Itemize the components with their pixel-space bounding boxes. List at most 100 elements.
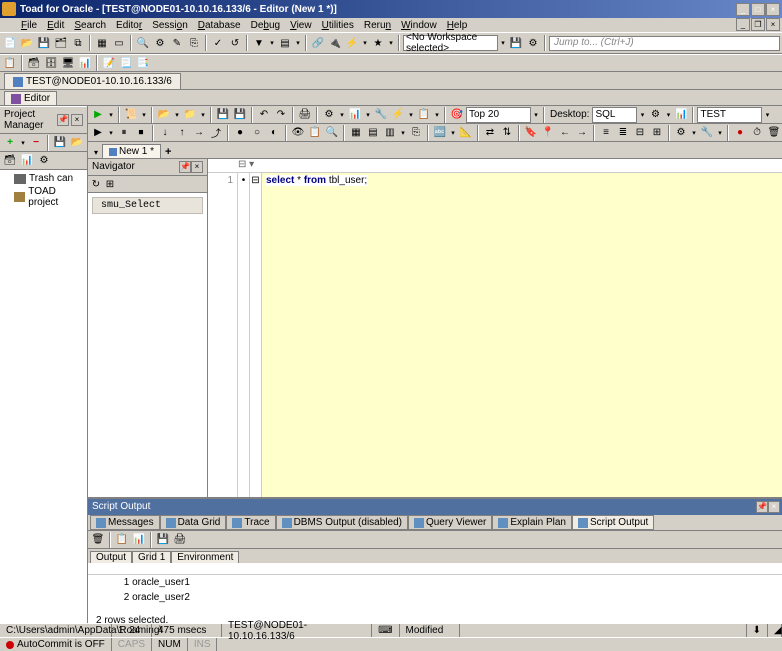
db1-button[interactable]: 🗃: [26, 55, 42, 71]
out-tab-explain[interactable]: Explain Plan: [492, 515, 572, 530]
d8[interactable]: ●: [232, 125, 248, 141]
conn4-button[interactable]: ★: [370, 35, 386, 51]
f12[interactable]: →: [574, 125, 590, 141]
mdi-minimize-button[interactable]: _: [736, 18, 750, 31]
pm-pin-button[interactable]: 📌: [57, 114, 69, 126]
d13[interactable]: 🔍: [324, 125, 340, 141]
fold-box[interactable]: ⊟: [251, 175, 259, 186]
nav-item[interactable]: smu_Select: [92, 197, 203, 214]
g4[interactable]: ⊞: [649, 125, 665, 141]
t2-button[interactable]: 📊: [347, 107, 363, 123]
mode-dropdown[interactable]: SQL: [592, 107, 637, 123]
ws-save-button[interactable]: 💾: [508, 35, 524, 51]
tool2-button[interactable]: ✎: [169, 35, 185, 51]
sort-arrow[interactable]: ▾: [294, 39, 302, 47]
g3[interactable]: ⊟: [632, 125, 648, 141]
undo-button[interactable]: ↶: [256, 107, 272, 123]
nav-pin-button[interactable]: 📌: [179, 161, 191, 173]
ws-tool-button[interactable]: ⚙: [525, 35, 541, 51]
open2-arrow[interactable]: ▾: [173, 111, 181, 119]
tab-nav-button[interactable]: ▾: [90, 146, 102, 158]
conn2-button[interactable]: 🔌: [327, 35, 343, 51]
db3-button[interactable]: 🖥: [60, 55, 76, 71]
pm-save-button[interactable]: 💾: [52, 135, 68, 151]
out-tab-trace[interactable]: Trace: [226, 515, 275, 530]
print-button[interactable]: 🖨: [297, 107, 313, 123]
limit-dropdown[interactable]: Top 20: [466, 107, 531, 123]
save2-button[interactable]: 💾: [215, 107, 231, 123]
menu-session[interactable]: Session: [147, 20, 193, 31]
close-button[interactable]: ×: [766, 3, 780, 16]
add-tab-button[interactable]: +: [161, 146, 175, 158]
save-button[interactable]: 💾: [36, 35, 52, 51]
d6[interactable]: →: [191, 125, 207, 141]
g5[interactable]: ⚙: [673, 125, 689, 141]
mdi-close-button[interactable]: ×: [766, 18, 780, 31]
f1[interactable]: ▦: [348, 125, 364, 141]
grid-button[interactable]: ▦: [94, 35, 110, 51]
out-close-button[interactable]: ×: [768, 501, 780, 513]
limit-button[interactable]: 🎯: [449, 107, 465, 123]
h1[interactable]: ⏱: [749, 125, 765, 141]
subtab-env[interactable]: Environment: [171, 551, 239, 563]
tree-item-project[interactable]: TOAD project: [2, 185, 85, 209]
out-clear-button[interactable]: 🗑: [90, 532, 106, 548]
t4-button[interactable]: ⚡: [390, 107, 406, 123]
md2-button[interactable]: 📊: [673, 107, 689, 123]
d9[interactable]: ○: [249, 125, 265, 141]
out-print-button[interactable]: 🖨: [172, 532, 188, 548]
minimize-button[interactable]: _: [736, 3, 750, 16]
menu-editor[interactable]: Editor: [111, 20, 147, 31]
script-arrow[interactable]: ▾: [140, 111, 148, 119]
pm-add-button[interactable]: +: [2, 135, 18, 151]
pm-add-arrow[interactable]: ▾: [19, 139, 27, 147]
d7[interactable]: ⤴: [208, 125, 224, 141]
ed2-button[interactable]: 📃: [118, 55, 134, 71]
tool3-button[interactable]: ⎘: [186, 35, 202, 51]
script-button[interactable]: 📜: [123, 107, 139, 123]
editor-tab[interactable]: Editor: [4, 91, 57, 105]
out-tab-script[interactable]: Script Output: [572, 515, 654, 530]
maximize-button[interactable]: □: [751, 3, 765, 16]
execute-arrow[interactable]: ▾: [107, 111, 115, 119]
sort-button[interactable]: ▤: [277, 35, 293, 51]
cancel-button[interactable]: ●: [732, 125, 748, 141]
f3[interactable]: ▥: [382, 125, 398, 141]
f7[interactable]: ⇄: [482, 125, 498, 141]
g2[interactable]: ≣: [615, 125, 631, 141]
tree-item-trash[interactable]: Trash can: [2, 172, 85, 185]
menu-file[interactable]: File: [16, 20, 42, 31]
open2-button[interactable]: 📂: [156, 107, 172, 123]
md1-button[interactable]: ⚙: [647, 107, 663, 123]
code-editor[interactable]: 1 • ⊟ select * from tbl_user;: [208, 173, 782, 497]
clip-button[interactable]: 📋: [2, 55, 18, 71]
conn1-button[interactable]: 🔗: [310, 35, 326, 51]
pm-t3-button[interactable]: ⚙: [36, 153, 52, 169]
ed3-button[interactable]: 📑: [135, 55, 151, 71]
menu-utilities[interactable]: Utilities: [317, 20, 359, 31]
d12[interactable]: 📋: [307, 125, 323, 141]
d2[interactable]: ⏸: [116, 125, 132, 141]
menu-help[interactable]: Help: [442, 20, 473, 31]
filter-button[interactable]: ▼: [251, 35, 267, 51]
menu-debug[interactable]: Debug: [246, 20, 285, 31]
out-tab-query[interactable]: Query Viewer: [408, 515, 492, 530]
saveas-button[interactable]: 💾: [232, 107, 248, 123]
f4[interactable]: ⎘: [408, 125, 424, 141]
db4-button[interactable]: 📊: [77, 55, 93, 71]
ed1-button[interactable]: 📝: [101, 55, 117, 71]
mdi-restore-button[interactable]: ❐: [751, 18, 765, 31]
f8[interactable]: ⇅: [499, 125, 515, 141]
f5[interactable]: 🔤: [432, 125, 448, 141]
out-tab-datagrid[interactable]: Data Grid: [160, 515, 227, 530]
h2[interactable]: 🗑: [766, 125, 782, 141]
out-pin-button[interactable]: 📌: [756, 501, 768, 513]
commit-button[interactable]: ✓: [210, 35, 226, 51]
d10[interactable]: ◐: [266, 125, 282, 141]
conn4-arrow[interactable]: ▾: [387, 39, 395, 47]
d11[interactable]: 👁: [290, 125, 306, 141]
conn3-arrow[interactable]: ▾: [361, 39, 369, 47]
out-tab-messages[interactable]: Messages: [90, 515, 160, 530]
clone-button[interactable]: ⧉: [70, 35, 86, 51]
menu-rerun[interactable]: Rerun: [359, 20, 396, 31]
